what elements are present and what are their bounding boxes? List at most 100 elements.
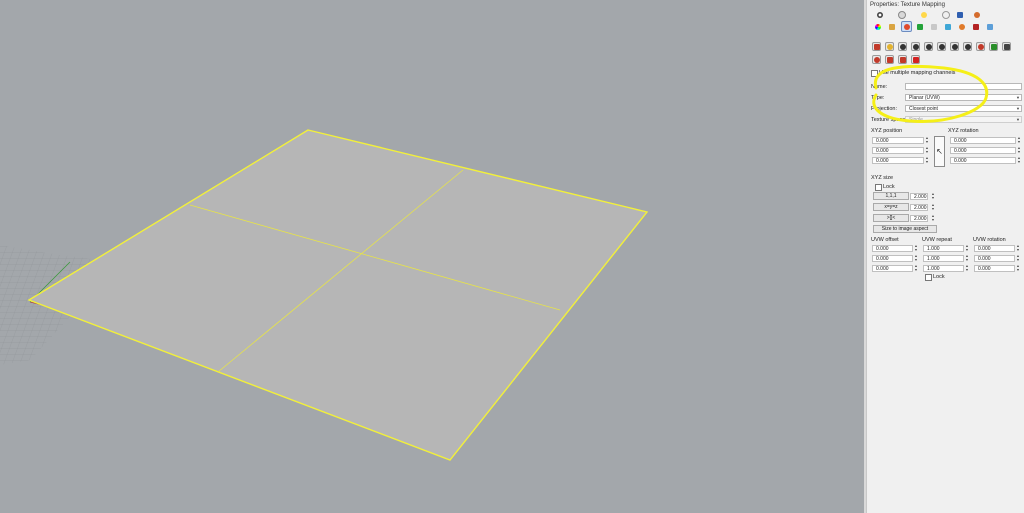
planar-surface[interactable] — [27, 129, 649, 461]
chevron-down-icon: ▼ — [1016, 95, 1020, 100]
uvw-offset-v-field[interactable]: 0.000 — [872, 255, 913, 262]
chevron-down-icon: ▼ — [1016, 117, 1020, 122]
uvw-repeat-v-field[interactable]: 1.000 — [923, 255, 964, 262]
spin-arrows-icon[interactable]: ▲ ▼ — [1016, 244, 1020, 252]
xyz-position-z-field[interactable]: 0.000 — [872, 157, 924, 164]
spin-arrows-icon[interactable]: ▲ ▼ — [1017, 146, 1021, 154]
viewport-scene — [0, 129, 649, 461]
xyz-size-label: XYZ size — [871, 175, 894, 181]
light-icon[interactable] — [919, 10, 928, 19]
color-wheel-icon[interactable] — [873, 22, 882, 31]
spin-arrows-icon[interactable]: ▲ ▼ — [965, 244, 969, 252]
move-mapping-icon[interactable] — [898, 55, 907, 64]
uvw-lock-checkbox[interactable] — [925, 274, 932, 281]
uvw-rotation-w-field[interactable]: 0.000 — [974, 265, 1015, 272]
spin-arrows-icon[interactable]: ▲ ▼ — [1017, 156, 1021, 164]
object-icon[interactable] — [875, 10, 884, 19]
properties-panel: Properties: Texture Mapping Use multiple… — [866, 0, 1024, 513]
uvw-repeat-label: UVW repeat — [922, 237, 952, 243]
color-icon[interactable] — [941, 10, 950, 19]
uvw-lock-label: Lock — [933, 274, 945, 280]
size-equal-button[interactable]: x=y=z — [873, 203, 909, 211]
texture-space-dropdown-value: Single — [909, 117, 923, 123]
apply-spherical-icon[interactable] — [911, 42, 920, 51]
primitive-icon[interactable] — [929, 22, 938, 31]
xyz-rotation-z-field[interactable]: 0.000 — [950, 157, 1016, 164]
projection-dropdown[interactable]: Closest point ▼ — [905, 105, 1022, 112]
rotate-mapping-icon[interactable] — [885, 55, 894, 64]
match-mapping-icon[interactable] — [963, 42, 972, 51]
spin-arrows-icon[interactable]: ▲ ▼ — [965, 264, 969, 272]
chevron-down-icon: ▼ — [1016, 106, 1020, 111]
spin-arrows-icon[interactable]: ▲ ▼ — [1017, 136, 1021, 144]
name-field[interactable] — [905, 83, 1022, 90]
cursor-pick-icon: ↖ — [936, 147, 943, 156]
remove-mapping-icon[interactable] — [976, 42, 985, 51]
projection-dropdown-value: Closest point — [909, 106, 938, 112]
unwrap-icon[interactable] — [872, 55, 881, 64]
spin-arrows-icon[interactable]: ▲ ▼ — [931, 203, 935, 211]
spin-arrows-icon[interactable]: ▲ ▼ — [931, 214, 935, 222]
uvw-offset-w-field[interactable]: 0.000 — [872, 265, 913, 272]
3d-viewport[interactable] — [0, 0, 864, 513]
use-multiple-channels-checkbox[interactable] — [871, 70, 878, 77]
uvw-repeat-u-field[interactable]: 1.000 — [923, 245, 964, 252]
decal-icon[interactable] — [915, 22, 924, 31]
pick-point-button[interactable]: ↖ — [934, 136, 945, 167]
apply-surface-icon[interactable] — [937, 42, 946, 51]
panel-title: Properties: Texture Mapping — [870, 2, 945, 8]
display-icon[interactable] — [955, 10, 964, 19]
apply-cylindrical-icon[interactable] — [924, 42, 933, 51]
delete-mapping-icon[interactable] — [911, 55, 920, 64]
uvw-rotation-u-field[interactable]: 0.000 — [974, 245, 1015, 252]
box-icon[interactable] — [971, 22, 980, 31]
size-lock-checkbox[interactable] — [875, 184, 882, 191]
uvw-rotation-v-field[interactable]: 0.000 — [974, 255, 1015, 262]
xyz-rotation-x-field[interactable]: 0.000 — [950, 137, 1016, 144]
size-to-image-aspect-button[interactable]: Size to image aspect — [873, 225, 937, 233]
size-x-field[interactable]: 2.000 — [910, 193, 928, 200]
spin-arrows-icon[interactable]: ▲ ▼ — [925, 136, 929, 144]
show-mapping-icon[interactable] — [989, 42, 998, 51]
size-lock-label: Lock — [883, 184, 895, 190]
type-label: Type: — [871, 95, 885, 101]
spin-arrows-icon[interactable]: ▲ ▼ — [1016, 254, 1020, 262]
size-fit-button[interactable]: >[]< — [873, 214, 909, 222]
mapping-widget-icon[interactable] — [872, 42, 881, 51]
material-icon[interactable] — [897, 10, 906, 19]
uvw-offset-label: UVW offset — [871, 237, 899, 243]
spin-arrows-icon[interactable]: ▲ ▼ — [925, 146, 929, 154]
teapot-icon[interactable] — [972, 10, 981, 19]
spin-arrows-icon[interactable]: ▲ ▼ — [914, 264, 918, 272]
uvw-repeat-w-field[interactable]: 1.000 — [923, 265, 964, 272]
type-dropdown[interactable]: Planar (UVW) ▼ — [905, 94, 1022, 101]
brush-icon[interactable] — [887, 22, 896, 31]
apply-box-icon[interactable] — [898, 42, 907, 51]
spin-arrows-icon[interactable]: ▲ ▼ — [931, 192, 935, 200]
texture-mapping-icon[interactable] — [901, 21, 912, 32]
extract-mapping-icon[interactable] — [1002, 42, 1011, 51]
xyz-rotation-y-field[interactable]: 0.000 — [950, 147, 1016, 154]
size-uniform-button[interactable]: 1,1,1 — [873, 192, 909, 200]
spin-arrows-icon[interactable]: ▲ ▼ — [1016, 264, 1020, 272]
spin-arrows-icon[interactable]: ▲ ▼ — [965, 254, 969, 262]
cube-icon[interactable] — [943, 22, 952, 31]
projection-label: Projection: — [871, 106, 897, 112]
apply-custom-icon[interactable] — [950, 42, 959, 51]
uvw-offset-u-field[interactable]: 0.000 — [872, 245, 913, 252]
type-dropdown-value: Planar (UVW) — [909, 95, 940, 101]
texture-space-label: Texture space: — [871, 117, 907, 123]
spin-arrows-icon[interactable]: ▲ ▼ — [925, 156, 929, 164]
spin-arrows-icon[interactable]: ▲ ▼ — [914, 254, 918, 262]
apply-planar-icon[interactable] — [885, 42, 894, 51]
spin-arrows-icon[interactable]: ▲ ▼ — [914, 244, 918, 252]
xyz-rotation-label: XYZ rotation — [948, 128, 979, 134]
xyz-position-y-field[interactable]: 0.000 — [872, 147, 924, 154]
texture-space-dropdown: Single ▼ — [905, 116, 1022, 123]
use-multiple-channels-label: Use multiple mapping channels — [879, 70, 956, 76]
size-y-field[interactable]: 2.000 — [910, 204, 928, 211]
size-z-field[interactable]: 2.000 — [910, 215, 928, 222]
cylinder-icon[interactable] — [985, 22, 994, 31]
sphere-icon[interactable] — [957, 22, 966, 31]
xyz-position-x-field[interactable]: 0.000 — [872, 137, 924, 144]
